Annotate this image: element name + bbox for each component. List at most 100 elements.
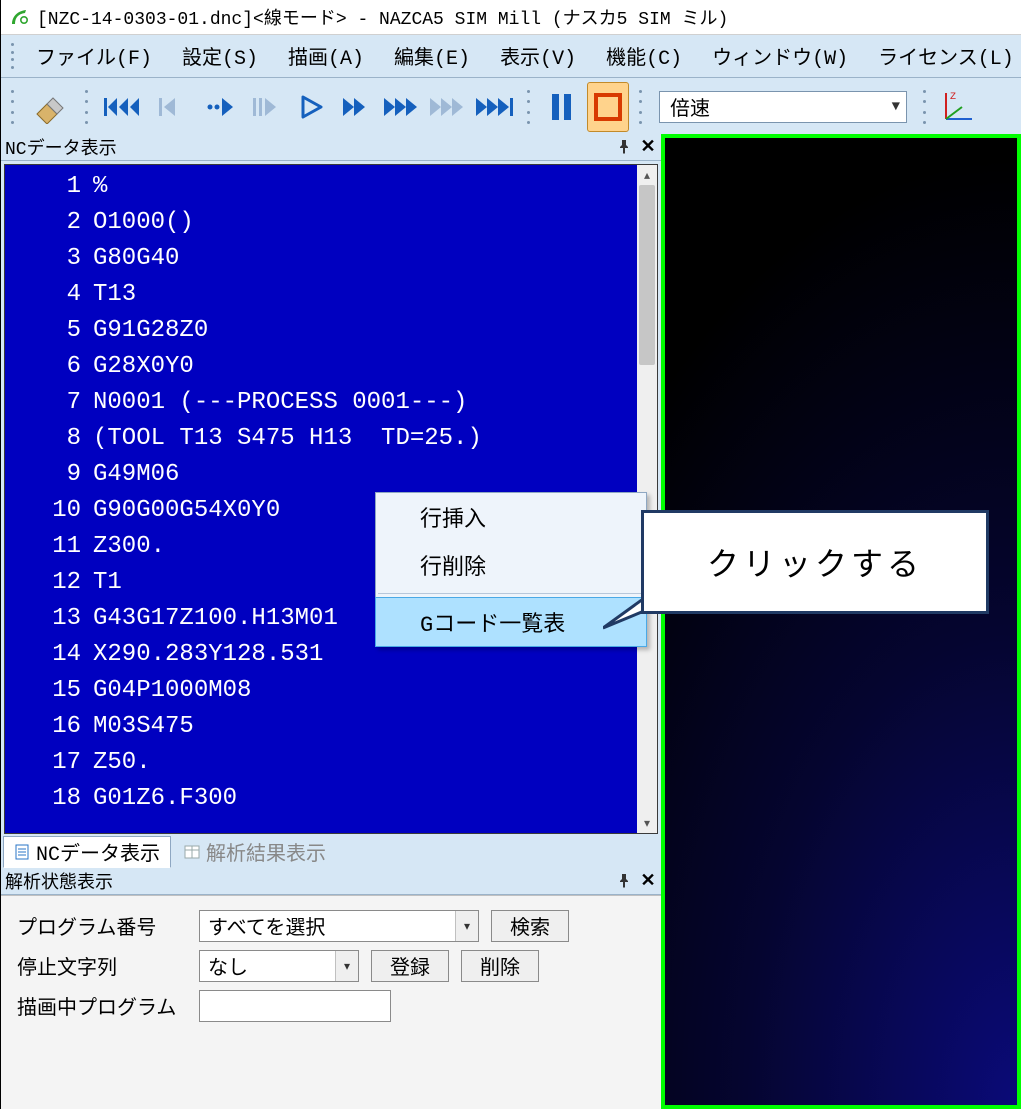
search-button[interactable]: 検索	[491, 910, 569, 942]
nc-line[interactable]: 15G04P1000M08	[5, 673, 637, 709]
nc-line[interactable]: 7N0001 (---PROCESS 0001---)	[5, 385, 637, 421]
menu-license[interactable]: ライセンス(L)	[864, 37, 1021, 75]
stop-string-label: 停止文字列	[17, 951, 187, 981]
chevron-down-icon: ▾	[335, 951, 358, 981]
nc-code: G01Z6.F300	[93, 781, 237, 817]
nc-code: G28X0Y0	[93, 349, 194, 385]
nc-code: G90G00G54X0Y0	[93, 493, 280, 529]
menu-draw[interactable]: 描画(A)	[274, 37, 378, 75]
slow-play-disabled-button[interactable]	[245, 82, 287, 132]
close-icon[interactable]: ✕	[641, 140, 655, 154]
slow-play-button[interactable]	[199, 82, 241, 132]
register-button[interactable]: 登録	[371, 950, 449, 982]
line-number: 14	[5, 637, 93, 673]
menu-file[interactable]: ファイル(F)	[22, 37, 166, 75]
nc-line[interactable]: 9G49M06	[5, 457, 637, 493]
nc-code: Z300.	[93, 529, 165, 565]
stop-button[interactable]	[587, 82, 629, 132]
toolbar-handle-icon	[83, 86, 91, 128]
nc-line[interactable]: 16M03S475	[5, 709, 637, 745]
tab-label: NCデータ表示	[36, 837, 160, 867]
play-button[interactable]	[291, 82, 333, 132]
skip-end-button[interactable]	[475, 82, 517, 132]
scroll-down-icon[interactable]: ▾	[637, 813, 657, 833]
context-menu-insert-row[interactable]: 行挿入	[376, 493, 646, 541]
nc-line[interactable]: 18G01Z6.F300	[5, 781, 637, 817]
nc-line[interactable]: 4T13	[5, 277, 637, 313]
toolbar-handle-icon	[921, 86, 929, 128]
nc-code: %	[93, 169, 107, 205]
nc-code: G80G40	[93, 241, 179, 277]
toolbar-handle-icon	[525, 86, 533, 128]
line-number: 5	[5, 313, 93, 349]
pin-icon[interactable]	[617, 140, 631, 154]
line-number: 17	[5, 745, 93, 781]
line-number: 12	[5, 565, 93, 601]
drawing-program-field[interactable]	[199, 990, 391, 1022]
nc-code: T1	[93, 565, 122, 601]
line-number: 15	[5, 673, 93, 709]
callout-text: クリックする	[707, 539, 923, 585]
pause-button[interactable]	[541, 82, 583, 132]
close-icon[interactable]: ✕	[641, 874, 655, 888]
menu-settings[interactable]: 設定(S)	[168, 37, 272, 75]
nc-line[interactable]: 6G28X0Y0	[5, 349, 637, 385]
status-panel-header: 解析状態表示 ✕	[1, 868, 661, 895]
nc-line[interactable]: 17Z50.	[5, 745, 637, 781]
nc-code: G91G28Z0	[93, 313, 208, 349]
toolbar-handle-icon	[637, 86, 645, 128]
nc-line[interactable]: 2O1000()	[5, 205, 637, 241]
app-icon	[9, 7, 29, 27]
simulation-viewport[interactable]	[661, 134, 1021, 1109]
window-title: [NZC-14-0303-01.dnc]<線モード> - NAZCA5 SIM …	[37, 4, 728, 30]
nc-code: T13	[93, 277, 136, 313]
chevron-down-icon: ▾	[455, 911, 478, 941]
program-number-select[interactable]: すべてを選択 ▾	[199, 910, 479, 942]
fast-forward-disabled-button[interactable]	[429, 82, 471, 132]
pin-icon[interactable]	[617, 874, 631, 888]
fast-forward-button[interactable]	[337, 82, 379, 132]
speed-select-value: 倍速	[670, 92, 710, 122]
line-number: 10	[5, 493, 93, 529]
line-number: 8	[5, 421, 93, 457]
nc-line[interactable]: 8(TOOL T13 S475 H13 TD=25.)	[5, 421, 637, 457]
stop-string-select[interactable]: なし ▾	[199, 950, 359, 982]
toolbar: 倍速 ▼ Z	[1, 78, 1021, 137]
context-menu-delete-row[interactable]: 行削除	[376, 541, 646, 589]
axis-button[interactable]: Z	[937, 82, 979, 132]
svg-text:Z: Z	[950, 92, 956, 103]
nc-code: M03S475	[93, 709, 194, 745]
speed-select[interactable]: 倍速 ▼	[659, 91, 907, 123]
fast-forward-3-button[interactable]	[383, 82, 425, 132]
nc-line[interactable]: 3G80G40	[5, 241, 637, 277]
ncdata-panel-title: NCデータ表示	[5, 134, 117, 160]
tab-ncdata[interactable]: NCデータ表示	[3, 836, 171, 868]
titlebar: [NZC-14-0303-01.dnc]<線モード> - NAZCA5 SIM …	[1, 0, 1021, 35]
nc-code: G04P1000M08	[93, 673, 251, 709]
ncdata-panel-header: NCデータ表示 ✕	[1, 134, 661, 161]
menu-function[interactable]: 機能(C)	[592, 37, 696, 75]
nc-code: G43G17Z100.H13M01	[93, 601, 338, 637]
toolbar-handle-icon	[9, 86, 17, 128]
nc-line[interactable]: 1%	[5, 169, 637, 205]
menu-view[interactable]: 表示(V)	[486, 37, 590, 75]
chevron-down-icon: ▼	[892, 99, 900, 115]
tab-analysis[interactable]: 解析結果表示	[173, 836, 337, 868]
nc-line[interactable]: 5G91G28Z0	[5, 313, 637, 349]
nc-code: (TOOL T13 S475 H13 TD=25.)	[93, 421, 482, 457]
toolbar-handle-icon	[9, 41, 14, 71]
line-number: 7	[5, 385, 93, 421]
nc-code: N0001 (---PROCESS 0001---)	[93, 385, 467, 421]
line-number: 4	[5, 277, 93, 313]
document-icon	[14, 844, 30, 860]
step-back-button[interactable]	[153, 82, 195, 132]
delete-button[interactable]: 削除	[461, 950, 539, 982]
rewind-all-button[interactable]	[99, 82, 149, 132]
menu-window[interactable]: ウィンドウ(W)	[698, 37, 862, 75]
tool-button[interactable]	[25, 82, 75, 132]
tab-label: 解析結果表示	[206, 837, 326, 867]
annotation-callout: クリックする	[641, 510, 989, 614]
menu-edit[interactable]: 編集(E)	[380, 37, 484, 75]
scroll-up-icon[interactable]: ▴	[637, 165, 657, 185]
line-number: 18	[5, 781, 93, 817]
